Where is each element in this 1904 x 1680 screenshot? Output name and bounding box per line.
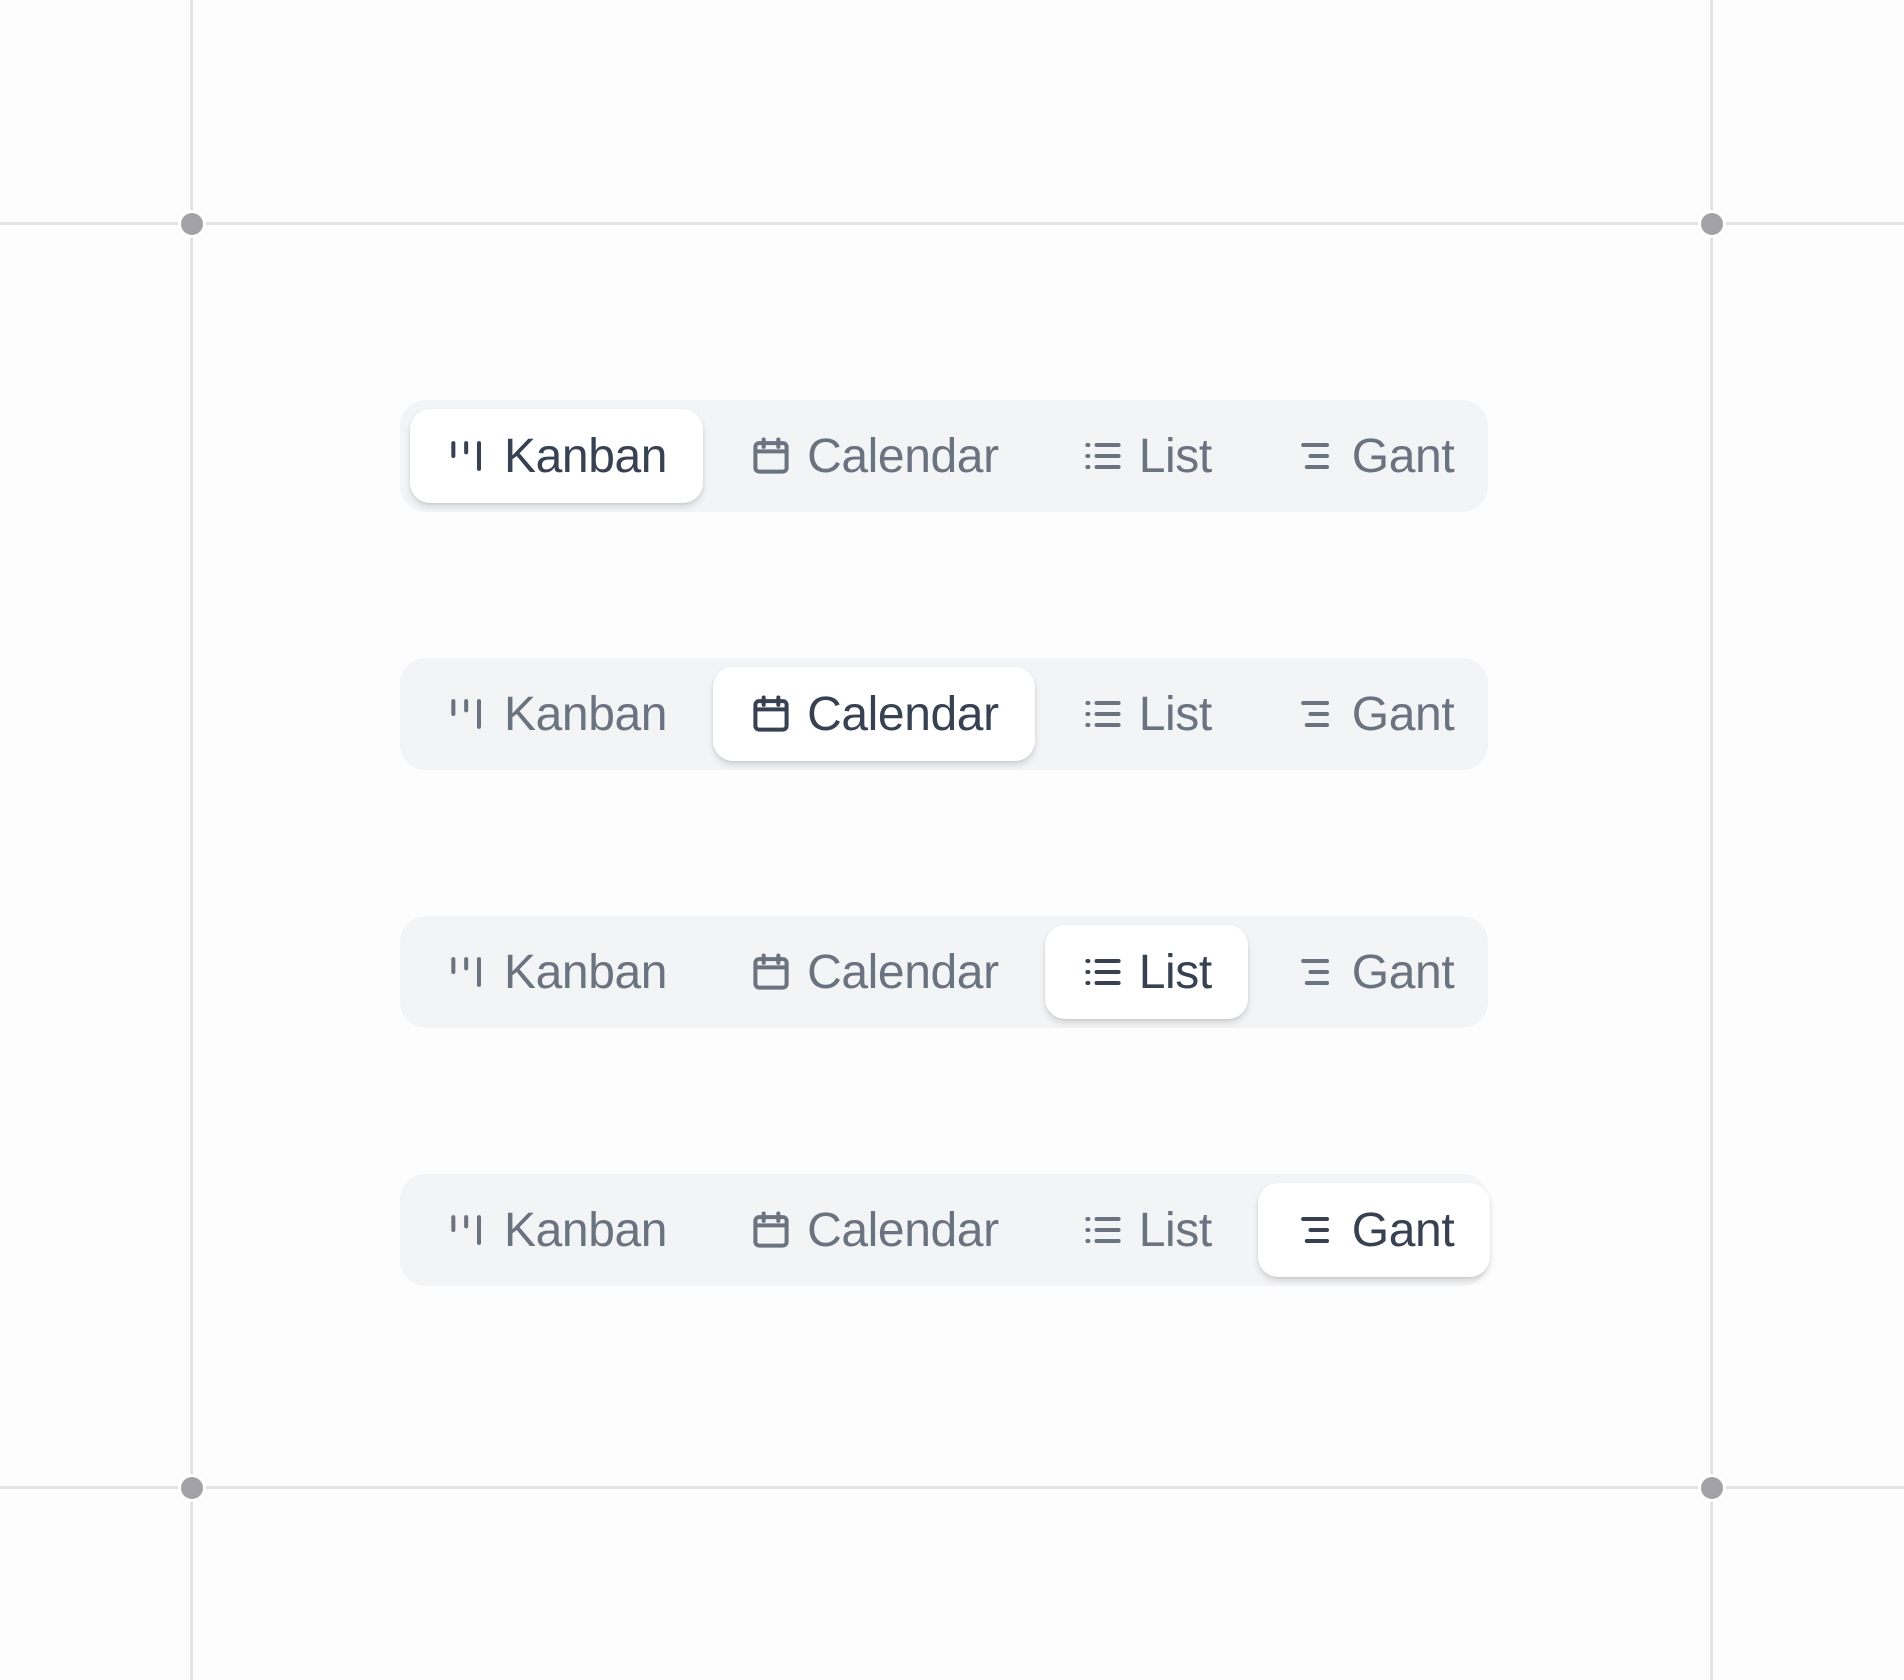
- tab-kanban[interactable]: Kanban: [410, 925, 703, 1019]
- guide-line-bottom: [0, 1486, 1904, 1489]
- tab-list[interactable]: List: [1045, 409, 1248, 503]
- tab-label: Gant: [1351, 429, 1455, 483]
- calendar-icon: [749, 434, 793, 478]
- gantt-icon: [1294, 434, 1338, 478]
- tab-gant[interactable]: Gant: [1257, 1183, 1491, 1277]
- gantt-icon: [1294, 1208, 1338, 1252]
- kanban-icon: [446, 1208, 490, 1252]
- list-icon: [1081, 1208, 1125, 1252]
- tab-gant[interactable]: Gant: [1258, 409, 1490, 503]
- resize-handle-top-left[interactable]: [181, 213, 203, 235]
- guide-line-right: [1710, 0, 1713, 1680]
- tab-kanban[interactable]: Kanban: [410, 667, 703, 761]
- tab-kanban[interactable]: Kanban: [410, 409, 704, 503]
- resize-handle-top-right[interactable]: [1701, 213, 1723, 235]
- calendar-icon: [749, 1208, 793, 1252]
- tab-label: List: [1138, 945, 1213, 999]
- view-switcher-4: Kanban Calendar List Gant: [400, 1174, 1491, 1286]
- guide-line-left: [190, 0, 193, 1680]
- tab-calendar[interactable]: Calendar: [713, 409, 1035, 503]
- kanban-icon: [446, 950, 490, 994]
- tab-gant[interactable]: Gant: [1258, 667, 1490, 761]
- tab-calendar[interactable]: Calendar: [713, 1183, 1035, 1277]
- resize-handle-bottom-left[interactable]: [181, 1477, 203, 1499]
- view-switcher-2: Kanban Calendar List Gant: [400, 658, 1488, 770]
- tab-list[interactable]: List: [1044, 925, 1248, 1019]
- tab-calendar[interactable]: Calendar: [713, 667, 1035, 761]
- tab-label: Gant: [1351, 1203, 1455, 1257]
- kanban-icon: [446, 434, 490, 478]
- tab-label: Gant: [1351, 687, 1455, 741]
- tab-label: List: [1138, 687, 1213, 741]
- tab-label: Calendar: [807, 945, 999, 999]
- view-switcher-3: Kanban Calendar List Gant: [400, 916, 1488, 1028]
- tab-label: List: [1138, 429, 1213, 483]
- tab-label: Calendar: [807, 687, 999, 741]
- tab-label: Gant: [1351, 945, 1455, 999]
- tab-calendar[interactable]: Calendar: [713, 925, 1035, 1019]
- tab-label: List: [1138, 1203, 1213, 1257]
- tab-label: Calendar: [807, 1203, 999, 1257]
- tab-gant[interactable]: Gant: [1258, 925, 1490, 1019]
- calendar-icon: [749, 950, 793, 994]
- tab-label: Kanban: [504, 429, 668, 483]
- calendar-icon: [749, 692, 793, 736]
- list-icon: [1081, 692, 1125, 736]
- view-switcher-1: Kanban Calendar List Gant: [400, 400, 1488, 512]
- gantt-icon: [1294, 950, 1338, 994]
- tab-label: Kanban: [504, 945, 668, 999]
- tab-label: Calendar: [807, 429, 999, 483]
- tab-list[interactable]: List: [1045, 667, 1248, 761]
- tab-label: Kanban: [504, 687, 668, 741]
- tab-list[interactable]: List: [1045, 1183, 1248, 1277]
- tab-label: Kanban: [504, 1203, 668, 1257]
- list-icon: [1081, 434, 1125, 478]
- kanban-icon: [446, 692, 490, 736]
- resize-handle-bottom-right[interactable]: [1701, 1477, 1723, 1499]
- guide-line-top: [0, 222, 1904, 225]
- tab-kanban[interactable]: Kanban: [410, 1183, 703, 1277]
- gantt-icon: [1294, 692, 1338, 736]
- list-icon: [1081, 950, 1125, 994]
